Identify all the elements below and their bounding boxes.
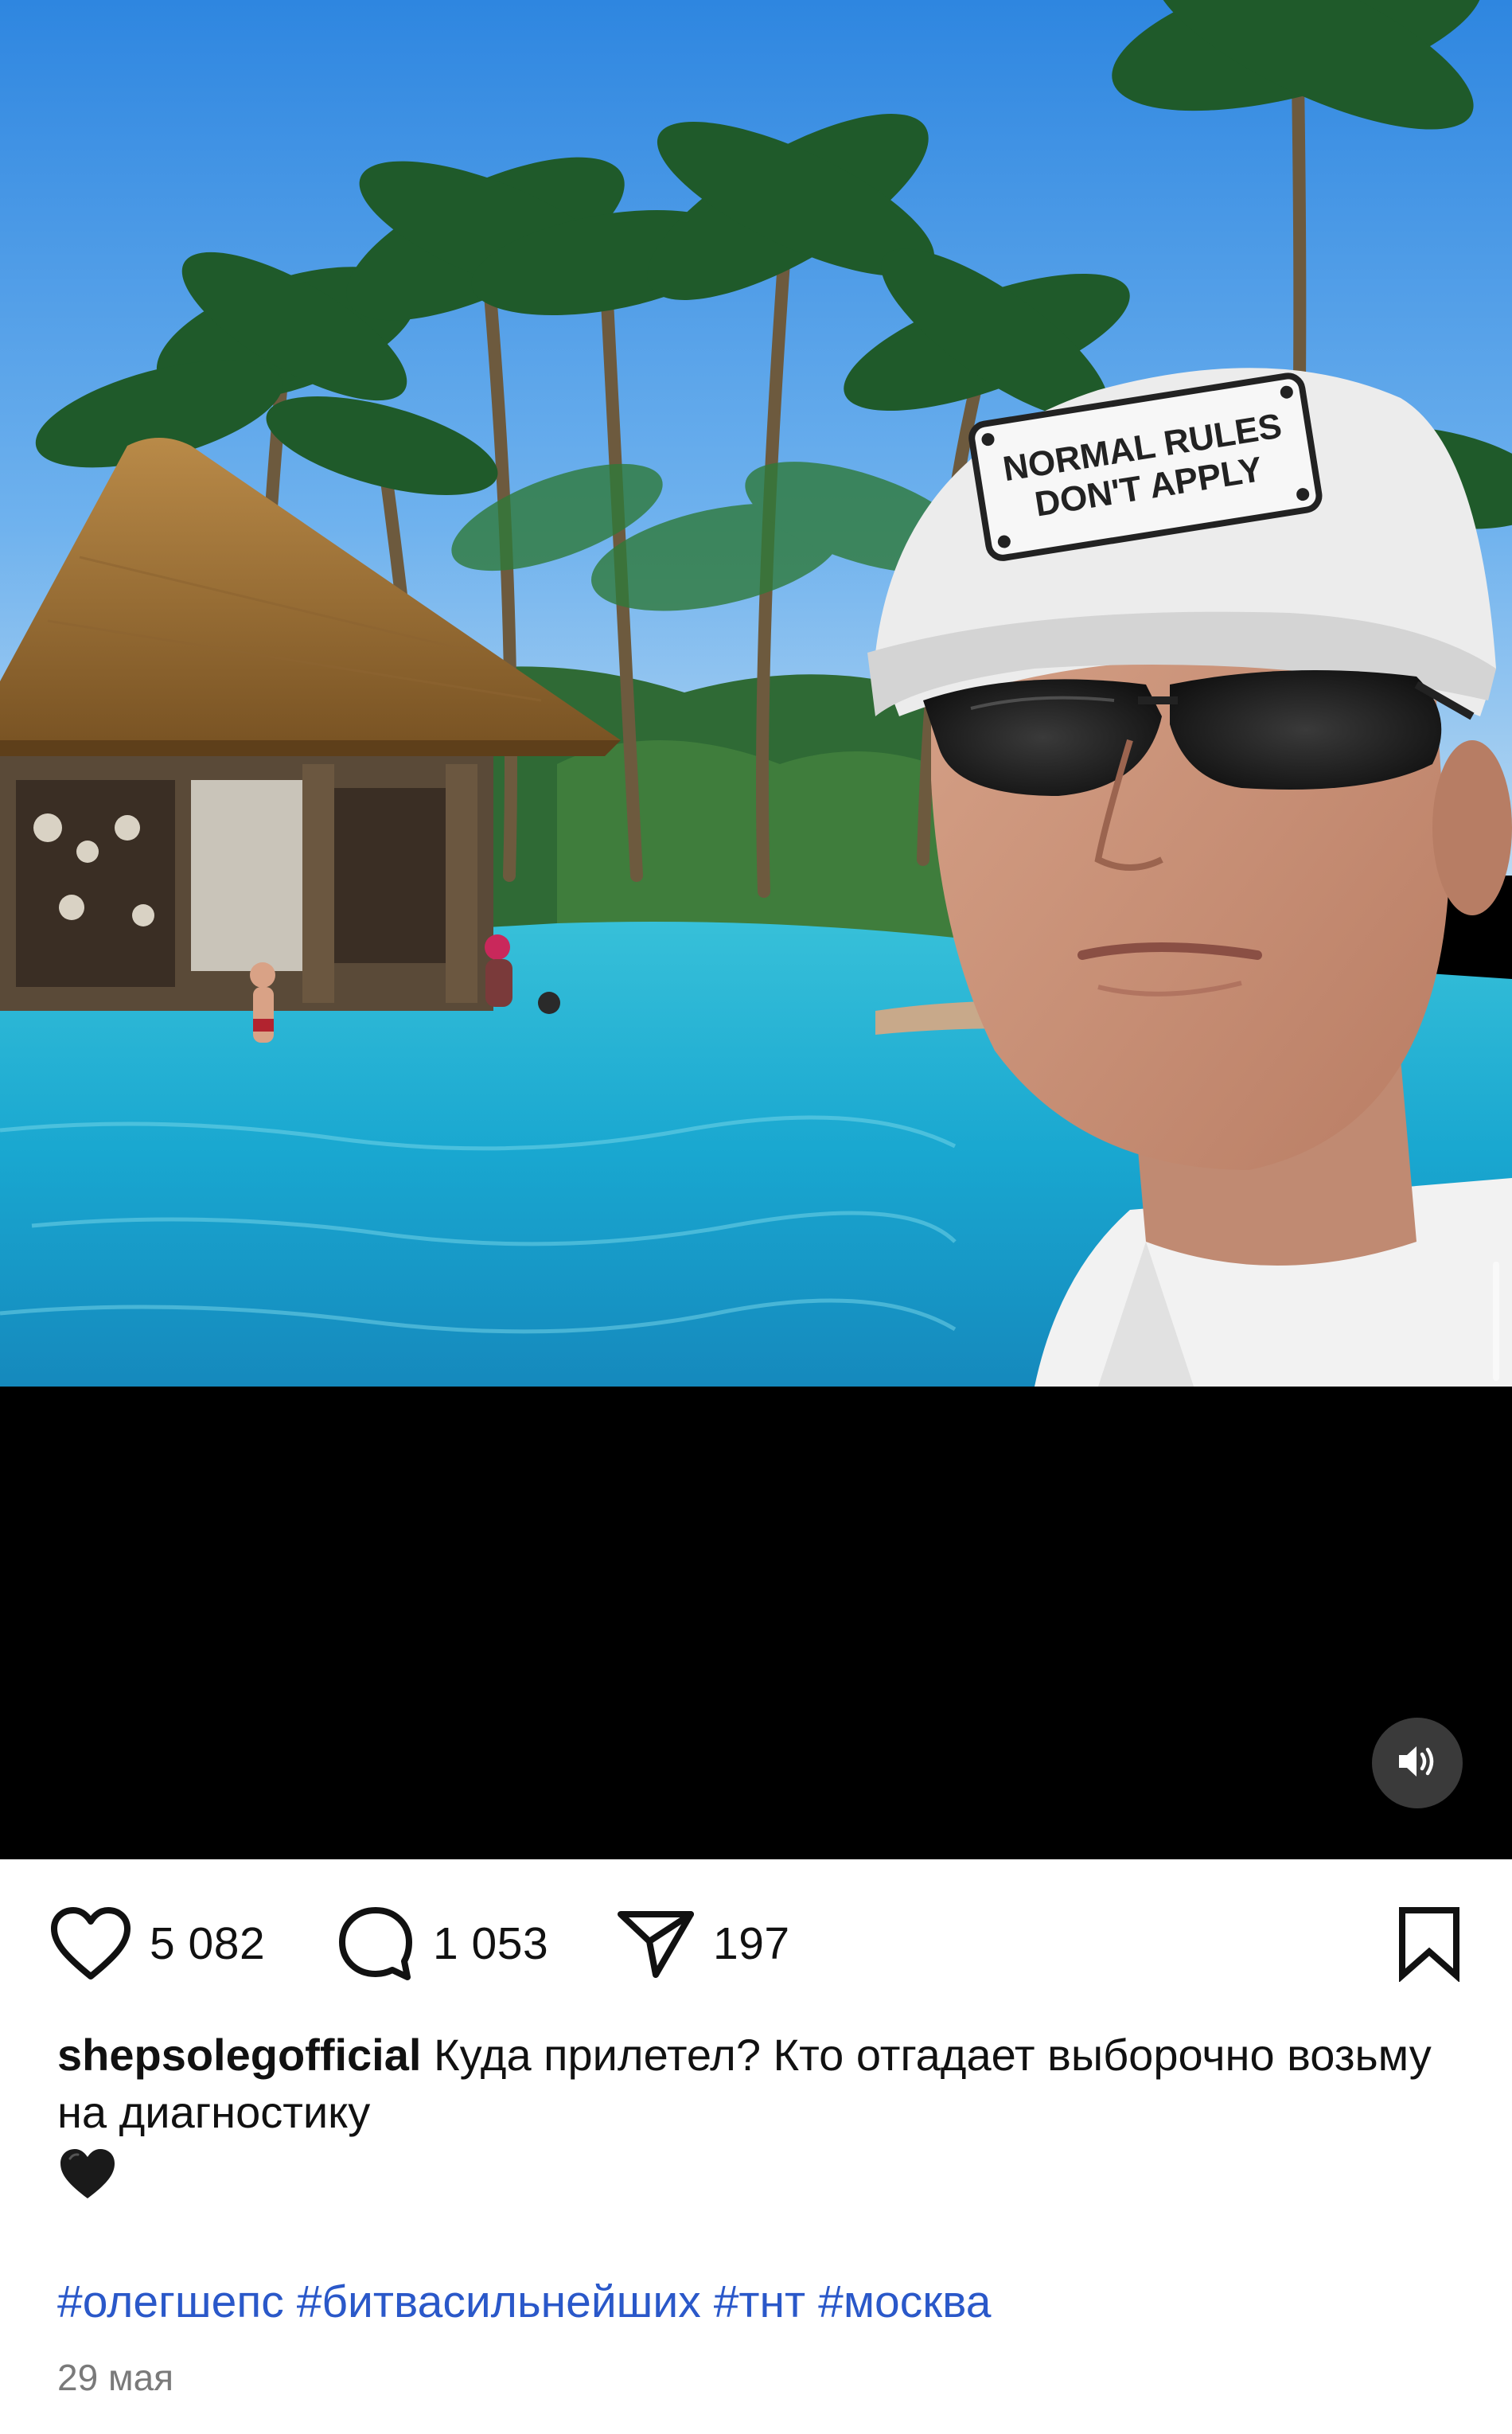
comment-bubble-icon: [336, 1905, 415, 1982]
bookmark-outline-icon: [1396, 1905, 1463, 1982]
comments-count: 1 053: [433, 1918, 549, 1969]
video-frame[interactable]: NORMAL RULES DON'T APPLY: [0, 0, 1512, 1387]
hashtag-list: #олегшепс #битвасильнейших #тнт #москва: [57, 2273, 1004, 2331]
post-date: 29 мая: [57, 2357, 174, 2398]
video-still-image: NORMAL RULES DON'T APPLY: [0, 0, 1512, 1387]
save-button[interactable]: [1396, 1904, 1463, 1983]
likes-count[interactable]: 5 082: [150, 1917, 265, 1970]
share-button[interactable]: 197: [616, 1904, 790, 1983]
heart-outline-icon: [49, 1906, 132, 1981]
instagram-post: NORMAL RULES DON'T APPLY 5 082 1 053 197…: [0, 0, 1512, 2434]
paper-plane-icon: [616, 1908, 696, 1980]
post-caption: shepsolegofficial Куда прилетел? Кто отг…: [57, 2026, 1474, 2141]
speaker-icon: [1396, 1743, 1439, 1784]
hashtag-link[interactable]: #москва: [818, 2276, 991, 2327]
sound-toggle-button[interactable]: [1372, 1718, 1463, 1808]
comment-button[interactable]: 1 053: [336, 1904, 548, 1983]
shares-count: 197: [713, 1918, 790, 1969]
media-scrollbar[interactable]: [1493, 1262, 1499, 1381]
like-button[interactable]: 5 082: [49, 1904, 265, 1983]
caption-username[interactable]: shepsolegofficial: [57, 2030, 421, 2080]
post-media[interactable]: NORMAL RULES DON'T APPLY: [0, 0, 1512, 1859]
hashtag-link[interactable]: #битвасильнейших: [297, 2276, 701, 2327]
black-heart-icon: [57, 2146, 121, 2210]
post-action-bar: 5 082 1 053 197: [49, 1904, 1463, 1983]
hashtag-link[interactable]: #тнт: [714, 2276, 805, 2327]
hashtag-link[interactable]: #олегшепс: [57, 2276, 284, 2327]
